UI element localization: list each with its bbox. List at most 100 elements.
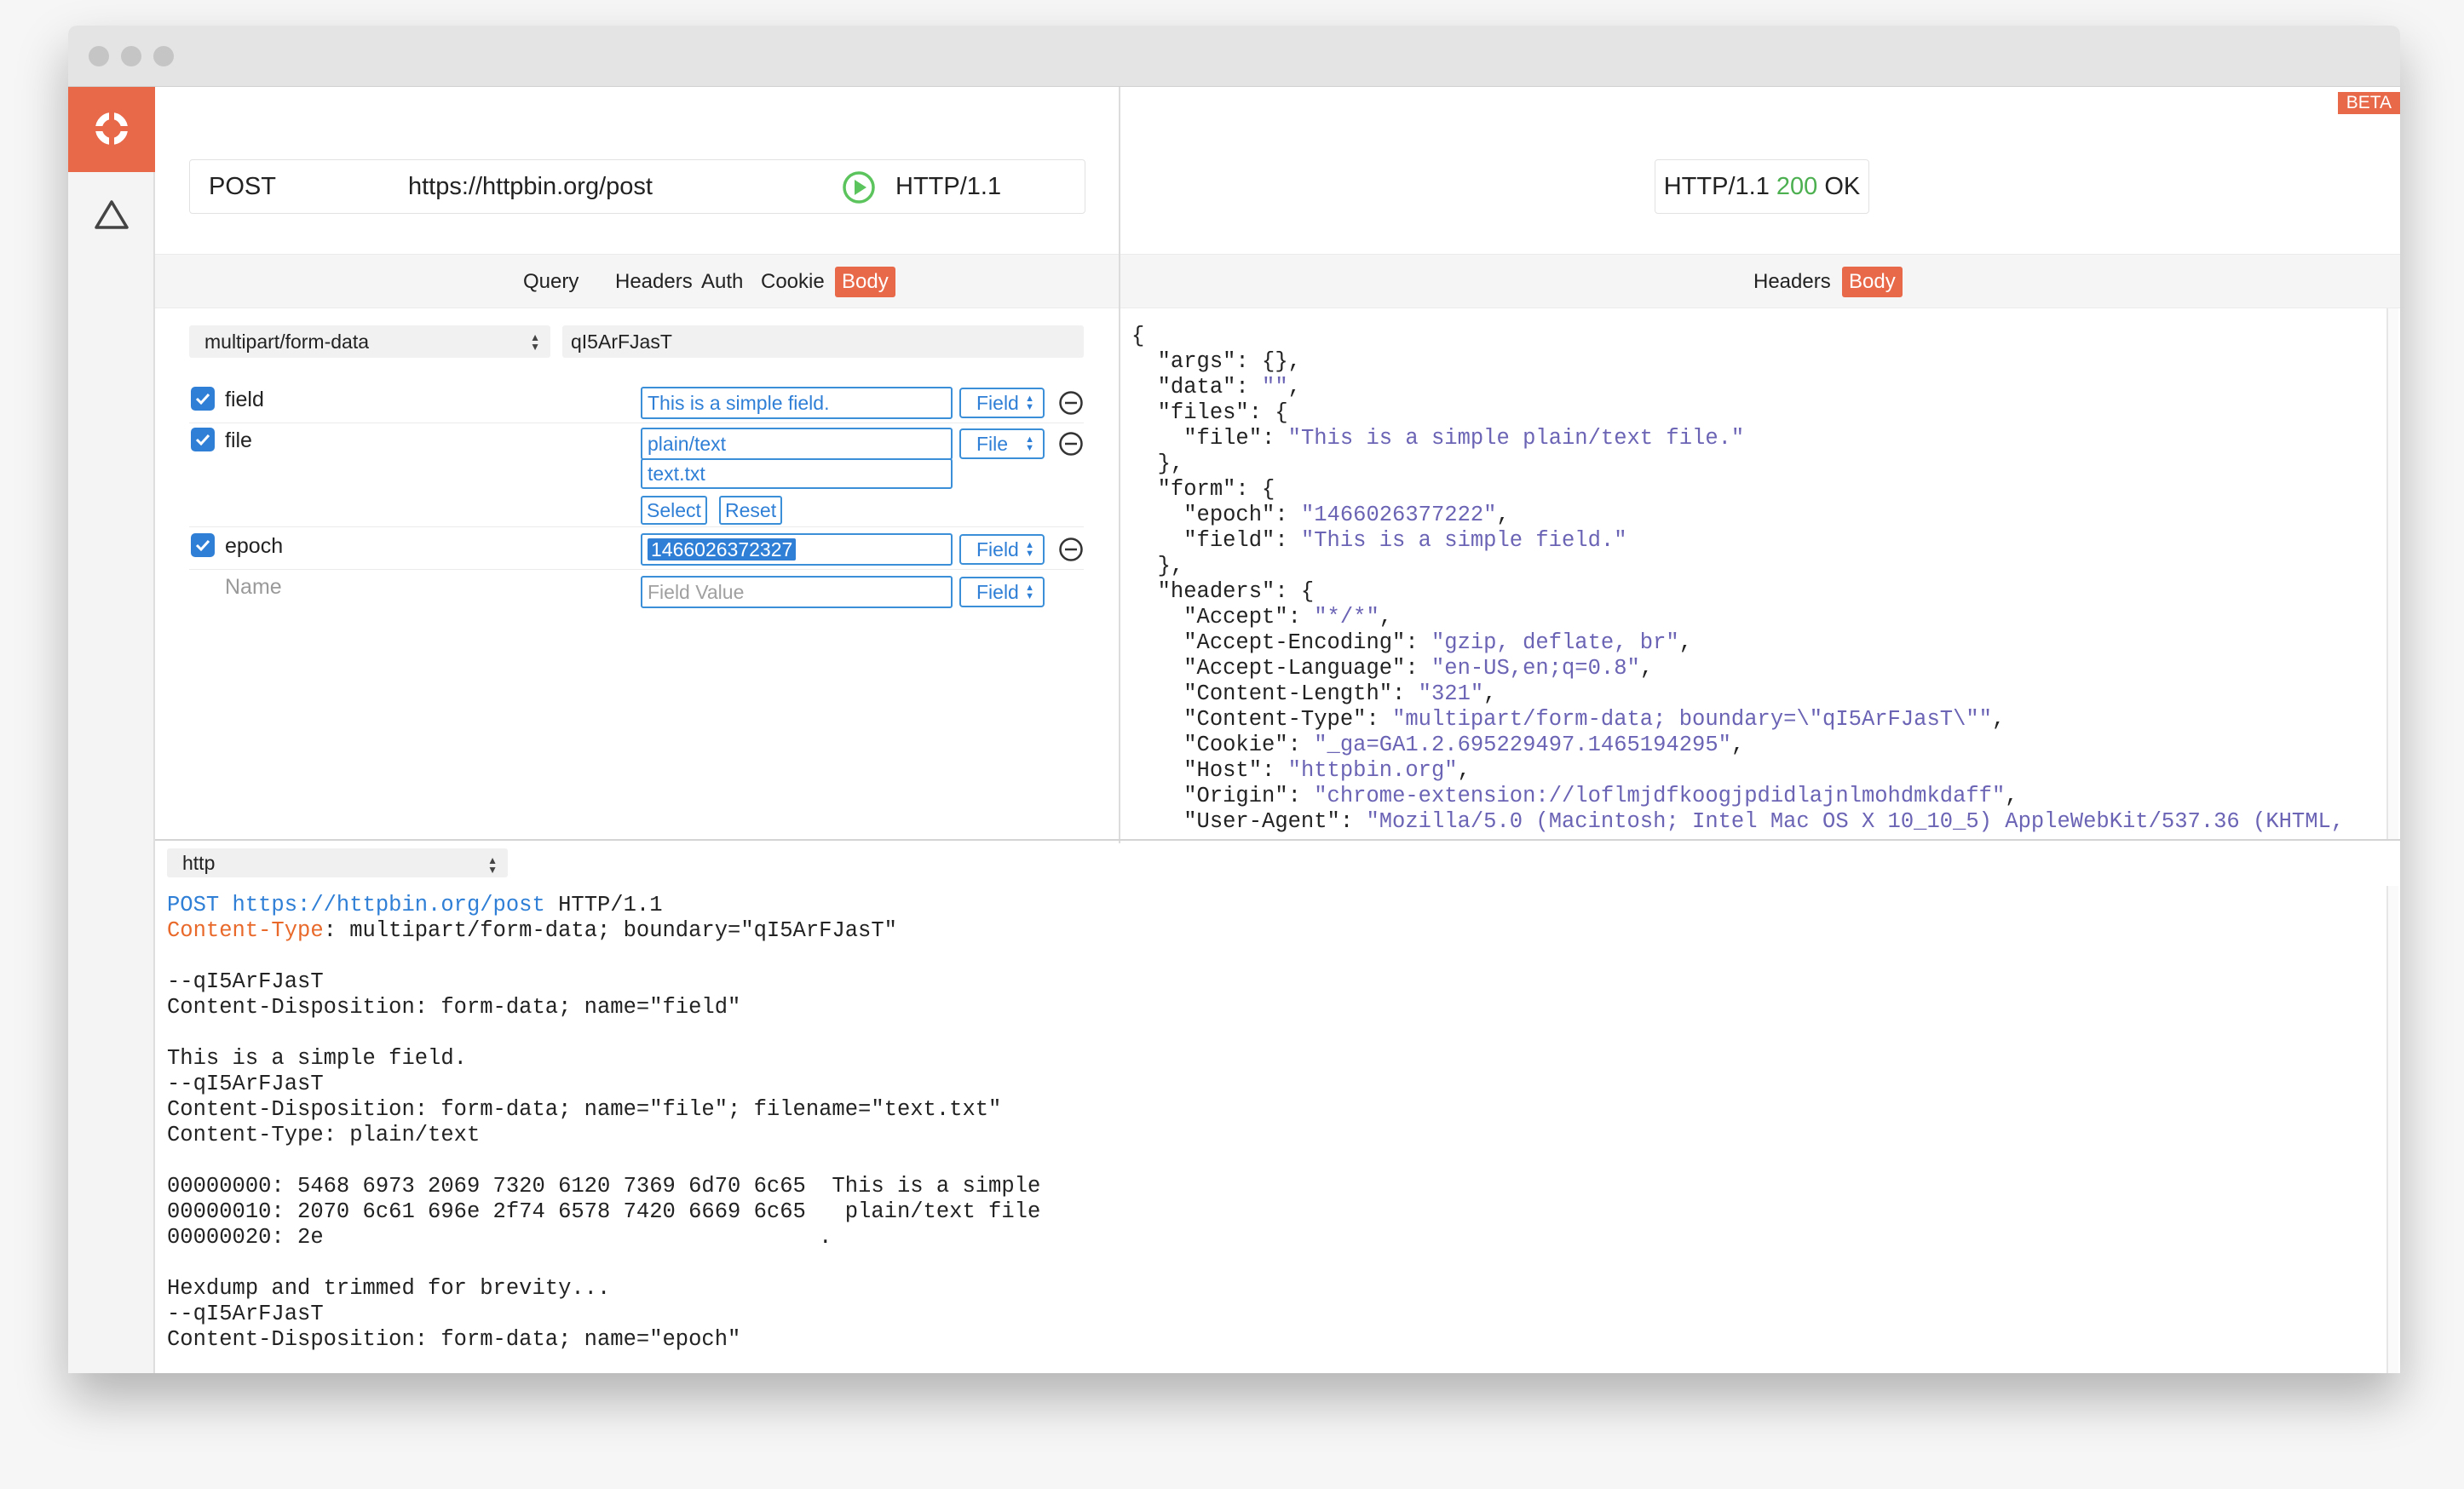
remove-epoch-icon[interactable]	[1058, 537, 1084, 562]
file-field-name[interactable]: file	[225, 428, 252, 453]
preview-token: HTTP/1.1	[544, 893, 663, 917]
preview-line: This is a simple field.	[167, 1046, 2365, 1072]
response-body-line: "file": "This is a simple plain/text fil…	[1131, 426, 2375, 451]
check-icon	[195, 539, 210, 552]
triangle-icon[interactable]	[94, 199, 130, 230]
title-bar	[68, 26, 2400, 87]
remove-field-icon[interactable]	[1058, 390, 1084, 416]
window-minimize-button[interactable]	[121, 46, 141, 66]
check-icon	[195, 434, 210, 446]
tab-headers[interactable]: Headers	[608, 267, 699, 297]
request-protocol[interactable]: HTTP/1.1	[895, 173, 1001, 201]
preview-line: Content-Type: plain/text	[167, 1123, 2365, 1148]
response-body-token: "This is a simple plain/text file."	[1287, 426, 1745, 451]
response-body-line: "Content-Type": "multipart/form-data; bo…	[1131, 707, 2375, 733]
response-body-token: ""	[1262, 375, 1288, 400]
response-body-token: ,	[1483, 681, 1497, 706]
epoch-checkbox[interactable]	[191, 533, 215, 557]
request-method[interactable]: POST	[209, 173, 276, 201]
tab-body[interactable]: Body	[835, 267, 895, 297]
boundary-input[interactable]: qI5ArFJasT	[562, 325, 1084, 358]
remove-file-icon[interactable]	[1058, 431, 1084, 457]
response-body-token: "Origin":	[1131, 784, 1315, 808]
preview-line	[167, 1148, 2365, 1174]
select-file-button[interactable]: Select	[641, 496, 707, 525]
response-body-line: "User-Agent": "Mozilla/5.0 (Macintosh; I…	[1131, 809, 2375, 835]
response-body-token: "headers": {	[1131, 579, 1315, 604]
response-body-line: "Host": "httpbin.org",	[1131, 758, 2375, 784]
request-preview-code[interactable]: POST https://httpbin.org/post HTTP/1.1 Co…	[167, 893, 2365, 1370]
preview-token: Content-Disposition: form-data; name="fi…	[167, 1097, 1002, 1122]
response-body-token: ,	[2005, 784, 2018, 808]
response-body-line: "Accept-Encoding": "gzip, deflate, br",	[1131, 630, 2375, 656]
field-checkbox[interactable]	[191, 387, 215, 411]
tab-query[interactable]: Query	[516, 267, 585, 297]
response-body-token: },	[1131, 451, 1184, 476]
tab-auth[interactable]: Auth	[694, 267, 750, 297]
select-arrows-icon: ▲ ▼	[1025, 434, 1034, 453]
file-name-input[interactable]: text.txt	[641, 458, 953, 489]
new-field-name-input[interactable]: Name	[225, 575, 282, 600]
pane-divider-vertical[interactable]	[1119, 87, 1120, 843]
response-body-token: "321"	[1418, 681, 1484, 706]
preview-token: Content-Type	[167, 918, 324, 943]
send-request-play-icon[interactable]	[842, 170, 876, 204]
epoch-field-name[interactable]: epoch	[225, 534, 283, 559]
tab-cookie[interactable]: Cookie	[754, 267, 832, 297]
select-arrows-icon: ▲ ▼	[487, 854, 498, 876]
window-zoom-button[interactable]	[153, 46, 174, 66]
response-body-token: "This is a simple field."	[1300, 528, 1627, 553]
window-close-button[interactable]	[89, 46, 109, 66]
preview-token: Content-Disposition: form-data; name="ep…	[167, 1327, 741, 1352]
preview-token: 00000010: 2070 6c61 696e 2f74 6578 7420 …	[167, 1199, 1041, 1224]
epoch-value-input[interactable]: 1466026372327	[641, 533, 953, 566]
response-body-token: "args": {},	[1131, 349, 1301, 374]
preview-line: --qI5ArFJasT	[167, 1302, 2365, 1327]
selected-text: 1466026372327	[648, 538, 797, 561]
tab-response-headers[interactable]: Headers	[1747, 267, 1838, 297]
response-body-token: "1466026377222"	[1300, 503, 1497, 527]
response-status-code: 200	[1776, 173, 1818, 200]
preview-line: Hexdump and trimmed for brevity...	[167, 1276, 2365, 1302]
response-body-token: "gzip, deflate, br"	[1431, 630, 1679, 655]
response-body-token: ,	[1457, 758, 1471, 783]
response-body-token: "file":	[1131, 426, 1288, 451]
select-arrows-icon: ▲ ▼	[530, 331, 540, 353]
response-scrollbar[interactable]	[2386, 308, 2398, 839]
request-tabs: Query Headers Auth Cookie Body	[155, 254, 1119, 308]
sidebar-item-app[interactable]	[68, 87, 155, 172]
file-checkbox[interactable]	[191, 428, 215, 451]
tab-response-body[interactable]: Body	[1842, 267, 1903, 297]
response-body-token: "data":	[1131, 375, 1263, 400]
response-body-token: "chrome-extension://loflmjdfkoogjpdidlaj…	[1314, 784, 2006, 808]
preview-token: --qI5ArFJasT	[167, 1072, 324, 1096]
epoch-type-select[interactable]: Field ▲ ▼	[959, 534, 1045, 565]
reset-file-button[interactable]: Reset	[719, 496, 783, 525]
response-body-token: "Accept-Encoding":	[1131, 630, 1431, 655]
field-name[interactable]: field	[225, 388, 264, 412]
new-field-type-select[interactable]: Field ▲ ▼	[959, 577, 1045, 607]
body-type-select[interactable]: multipart/form-data ▲ ▼	[189, 325, 550, 358]
field-value-input[interactable]: This is a simple field.	[641, 387, 953, 419]
response-body-code[interactable]: { "args": {}, "data": "", "files": { "fi…	[1131, 324, 2375, 835]
preview-format-select[interactable]: http ▲ ▼	[167, 848, 508, 877]
request-url-bar: POST https://httpbin.org/post HTTP/1.1	[189, 159, 1085, 214]
response-status: HTTP/1.1 200 OK	[1655, 159, 1869, 214]
response-body-line: "epoch": "1466026377222",	[1131, 503, 2375, 528]
response-body-token: ,	[1678, 630, 1693, 655]
select-arrows-icon: ▲ ▼	[1025, 540, 1034, 559]
preview-scrollbar[interactable]	[2386, 886, 2398, 1373]
request-url-input[interactable]: https://httpbin.org/post	[408, 173, 653, 201]
response-body-line: "data": "",	[1131, 375, 2375, 400]
field-type-select[interactable]: Field ▲ ▼	[959, 388, 1045, 418]
preview-token: --qI5ArFJasT	[167, 969, 324, 994]
response-body-token: ,	[1496, 503, 1510, 527]
response-body-line: "field": "This is a simple field."	[1131, 528, 2375, 554]
file-content-type-input[interactable]: plain/text	[641, 428, 953, 460]
new-field-value-input[interactable]: Field Value	[641, 576, 953, 608]
response-body-token: "Cookie":	[1131, 733, 1315, 757]
beta-badge: BETA	[2337, 92, 2400, 114]
response-body-token: "multipart/form-data; boundary=\"qI5ArFJ…	[1392, 707, 1992, 732]
pane-divider-horizontal[interactable]	[155, 839, 2400, 841]
file-type-select[interactable]: File ▲ ▼	[959, 428, 1045, 459]
